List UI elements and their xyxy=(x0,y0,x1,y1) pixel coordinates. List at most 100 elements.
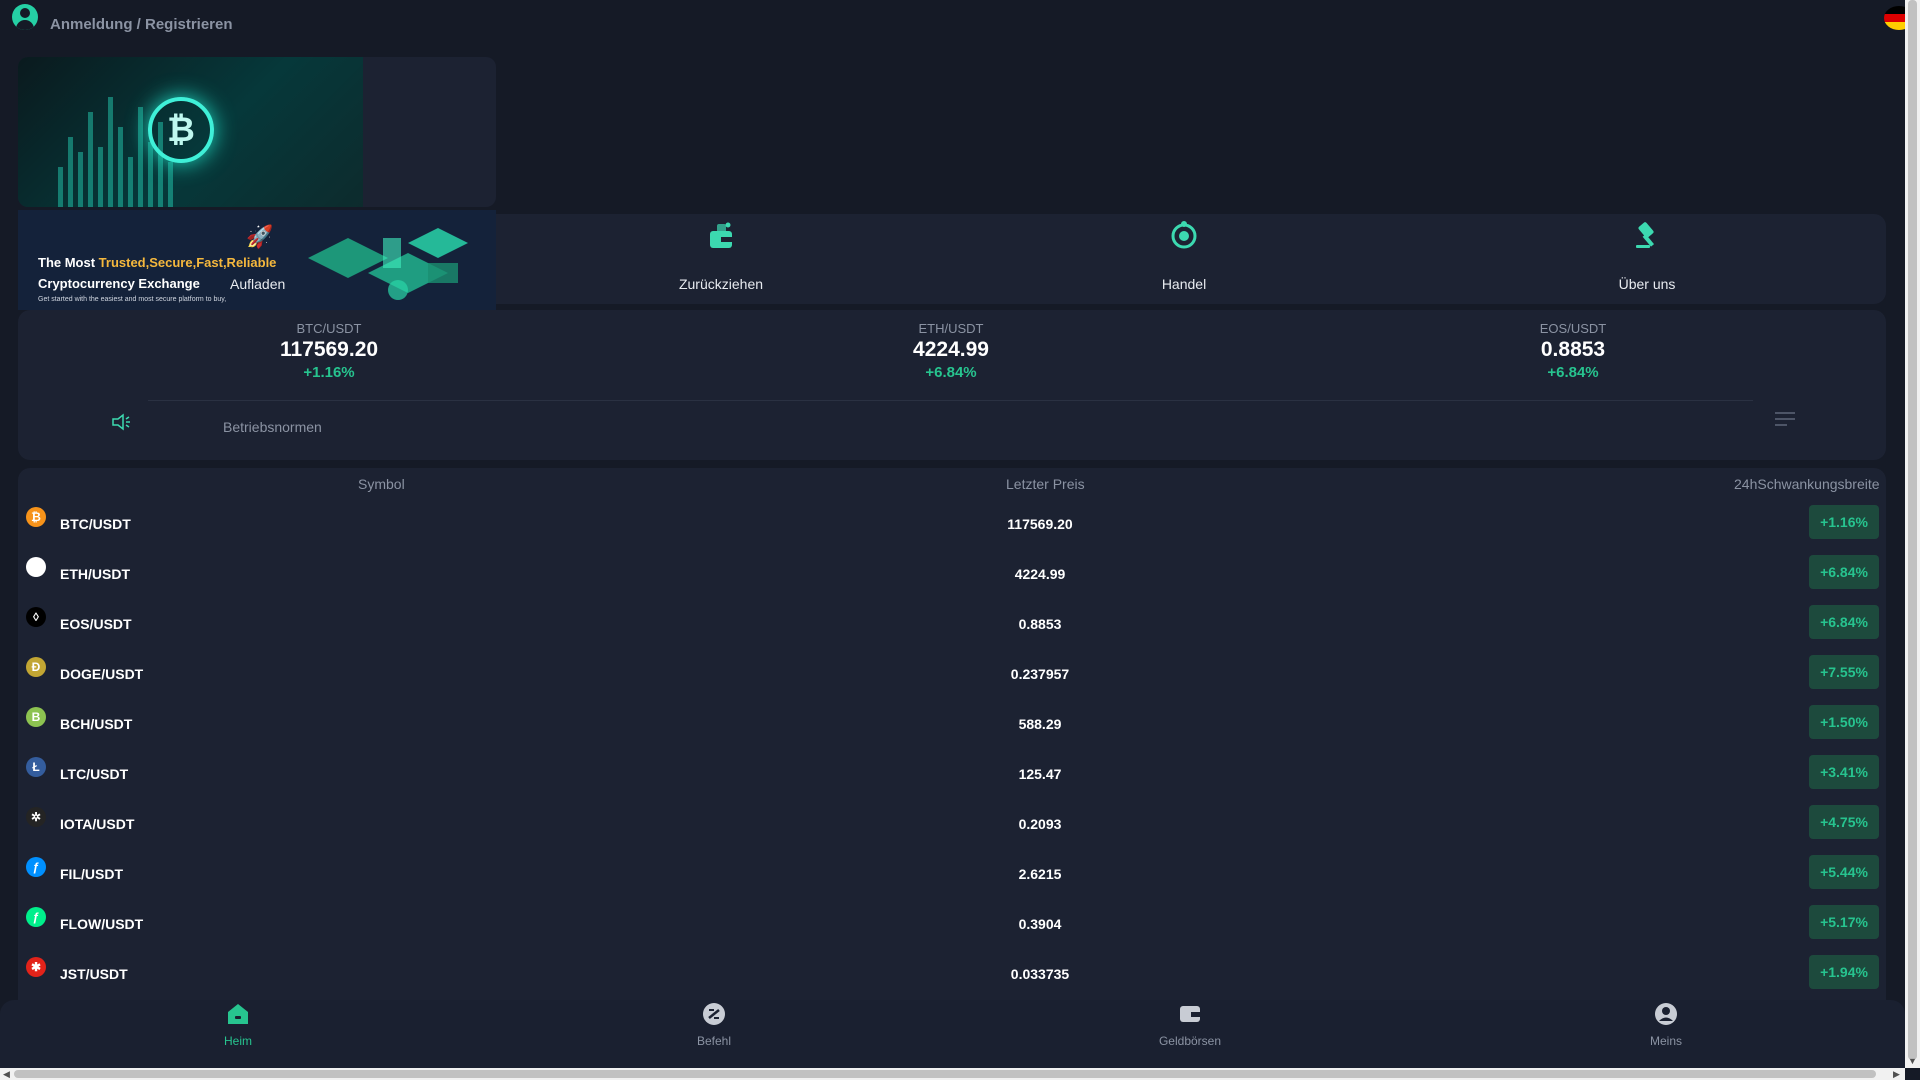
table-row[interactable]: ✱ JST/USDT 0.033735 +1.94% xyxy=(18,950,1886,1000)
ticker-price: 0.8853 xyxy=(1540,338,1606,361)
change-badge[interactable]: +3.41% xyxy=(1809,755,1879,789)
column-header-price: Letzter Preis xyxy=(1006,476,1085,492)
jst-icon: ✱ xyxy=(26,957,46,977)
row-symbol: JST/USDT xyxy=(60,966,128,982)
table-row[interactable]: ƒ FIL/USDT 2.6215 +5.44% xyxy=(18,850,1886,900)
row-last-price: 117569.20 xyxy=(1007,516,1073,532)
eth-icon: ◆ xyxy=(26,557,46,577)
horizontal-scrollbar-thumb[interactable] xyxy=(14,1070,1876,1078)
withdraw-wallet-icon xyxy=(710,222,732,248)
table-row[interactable]: Ł LTC/USDT 125.47 +3.41% xyxy=(18,750,1886,800)
row-symbol: LTC/USDT xyxy=(60,766,129,782)
speaker-icon xyxy=(112,413,130,431)
action-trade[interactable]: Handel xyxy=(1084,214,1284,304)
column-header-symbol: Symbol xyxy=(358,476,405,492)
nav-label: Befehl xyxy=(696,1034,732,1048)
change-badge[interactable]: +1.94% xyxy=(1809,955,1879,989)
row-symbol: DOGE/USDT xyxy=(60,666,144,682)
ticker-eth[interactable]: ETH/USDT 4224.99 +6.84% xyxy=(831,321,1071,381)
promo-highlight: Trusted,Secure,Fast,Reliable xyxy=(98,255,277,270)
user-avatar-icon[interactable] xyxy=(12,4,38,30)
table-row[interactable]: ◆ ETH/USDT 4224.99 +6.84% xyxy=(18,550,1886,600)
promo-banner[interactable]: 🚀 The Most Trusted,Secure,Fast,Reliable … xyxy=(18,210,496,310)
nav-label: Heim xyxy=(223,1034,252,1048)
nav-home[interactable]: Heim xyxy=(178,1000,298,1068)
bottom-navigation: Heim Befehl Geldbörsen Meins xyxy=(0,1000,1905,1068)
action-withdraw-label: Zurückziehen xyxy=(678,276,764,292)
scroll-left-arrow-icon[interactable]: ◀ xyxy=(3,1069,10,1080)
change-badge[interactable]: +6.84% xyxy=(1809,555,1879,589)
table-row[interactable]: Ð DOGE/USDT 0.237957 +7.55% xyxy=(18,650,1886,700)
home-icon xyxy=(228,1004,248,1024)
action-withdraw[interactable]: Zurückziehen xyxy=(621,214,821,304)
change-badge[interactable]: +6.84% xyxy=(1809,605,1879,639)
vertical-scrollbar-thumb[interactable] xyxy=(1908,0,1917,1060)
row-last-price: 4224.99 xyxy=(1014,566,1066,582)
table-row[interactable]: ₿ BTC/USDT 117569.20 +1.16% xyxy=(18,500,1886,550)
horizontal-scrollbar[interactable]: ◀ ▶ xyxy=(0,1068,1905,1080)
action-deposit[interactable]: Aufladen xyxy=(230,276,285,292)
nav-orders[interactable]: Befehl xyxy=(654,1000,774,1068)
table-row[interactable]: B BCH/USDT 588.29 +1.50% xyxy=(18,700,1886,750)
row-symbol: IOTA/USDT xyxy=(60,816,135,832)
eos-icon: ◊ xyxy=(26,607,46,627)
bch-icon: B xyxy=(26,707,46,727)
change-badge[interactable]: +5.44% xyxy=(1809,855,1879,889)
change-badge[interactable]: +7.55% xyxy=(1809,655,1879,689)
row-last-price: 0.237957 xyxy=(1010,666,1070,682)
menu-lines-icon[interactable] xyxy=(1775,412,1795,428)
vertical-scrollbar[interactable]: ▼ xyxy=(1905,0,1920,1068)
ticker-price: 4224.99 xyxy=(913,338,989,361)
row-last-price: 2.6215 xyxy=(1018,866,1062,882)
nav-wallets[interactable]: Geldbörsen xyxy=(1130,1000,1250,1068)
promo-headline-2: Cryptocurrency Exchange xyxy=(38,276,200,291)
row-last-price: 0.8853 xyxy=(1018,616,1062,632)
rocket-icon: 🚀 xyxy=(246,224,274,249)
divider xyxy=(148,400,1753,401)
announcement-text[interactable]: Betriebsnormen xyxy=(223,419,322,435)
table-row[interactable]: ✲ IOTA/USDT 0.2093 +4.75% xyxy=(18,800,1886,850)
nav-label: Geldbörsen xyxy=(1158,1034,1222,1048)
btc-icon: ₿ xyxy=(26,507,46,527)
profile-icon xyxy=(1655,1003,1677,1025)
change-badge[interactable]: +1.16% xyxy=(1809,505,1879,539)
ticker-pair: BTC/USDT xyxy=(296,321,362,336)
login-register-link[interactable]: Anmeldung / Registrieren xyxy=(50,16,233,33)
change-badge[interactable]: +1.50% xyxy=(1809,705,1879,739)
ticker-summary: BTC/USDT 117569.20 +1.16% ETH/USDT 4224.… xyxy=(18,310,1886,460)
banner-carousel[interactable]: ₿ xyxy=(18,57,496,207)
change-badge[interactable]: +4.75% xyxy=(1809,805,1879,839)
row-last-price: 0.3904 xyxy=(1018,916,1062,932)
table-row[interactable]: ƒ FLOW/USDT 0.3904 +5.17% xyxy=(18,900,1886,950)
market-table: Symbol Letzter Preis 24hSchwankungsbreit… xyxy=(18,468,1886,1008)
flow-icon: ƒ xyxy=(26,907,46,927)
row-symbol: FIL/USDT xyxy=(60,866,123,882)
ltc-icon: Ł xyxy=(26,757,46,777)
ticker-pair: EOS/USDT xyxy=(1539,321,1607,336)
column-header-change: 24hSchwankungsbreite xyxy=(1734,476,1880,492)
ticker-eos[interactable]: EOS/USDT 0.8853 +6.84% xyxy=(1453,321,1693,381)
ticker-change: +6.84% xyxy=(1547,364,1599,381)
promo-headline-1: The Most Trusted,Secure,Fast,Reliable xyxy=(38,255,276,270)
ticker-change: +1.16% xyxy=(303,364,355,381)
row-symbol: EOS/USDT xyxy=(60,616,132,632)
about-gavel-icon xyxy=(1636,222,1655,248)
action-about[interactable]: Über uns xyxy=(1547,214,1747,304)
scroll-right-arrow-icon[interactable]: ▶ xyxy=(1893,1069,1900,1080)
action-about-label: Über uns xyxy=(1618,276,1676,292)
nav-label: Meins xyxy=(1649,1034,1682,1048)
order-icon xyxy=(703,1003,725,1025)
top-bar: Anmeldung / Registrieren xyxy=(0,0,1914,50)
fil-icon: ƒ xyxy=(26,857,46,877)
ticker-btc[interactable]: BTC/USDT 117569.20 +1.16% xyxy=(209,321,449,381)
iota-icon: ✲ xyxy=(26,807,46,827)
row-symbol: BCH/USDT xyxy=(60,716,133,732)
table-row[interactable]: ◊ EOS/USDT 0.8853 +6.84% xyxy=(18,600,1886,650)
scroll-down-arrow-icon[interactable]: ▼ xyxy=(1908,1056,1917,1066)
nav-profile[interactable]: Meins xyxy=(1606,1000,1726,1068)
ticker-pair: ETH/USDT xyxy=(918,321,984,336)
action-trade-label: Handel xyxy=(1161,276,1207,292)
change-badge[interactable]: +5.17% xyxy=(1809,905,1879,939)
row-last-price: 0.2093 xyxy=(1018,816,1062,832)
promo-subline: Get started with the easiest and most se… xyxy=(38,296,227,303)
